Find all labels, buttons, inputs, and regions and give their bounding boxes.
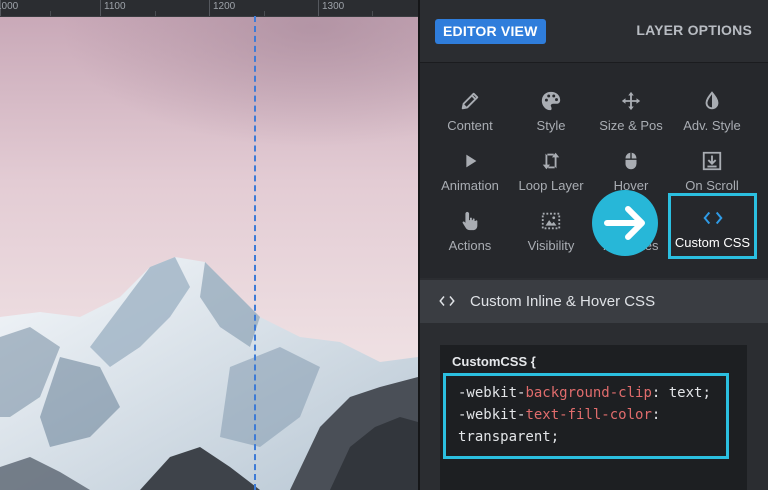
option-label: On Scroll xyxy=(685,178,739,193)
option-animation[interactable]: Animation xyxy=(430,133,510,193)
option-style[interactable]: Style xyxy=(511,73,591,133)
option-label: Adv. Style xyxy=(683,118,741,133)
tab-editor-view[interactable]: EDITOR VIEW xyxy=(435,19,546,44)
custom-css-section-header[interactable]: Custom Inline & Hover CSS xyxy=(420,280,768,323)
option-actions[interactable]: Actions xyxy=(430,193,510,253)
vertical-guide-line[interactable] xyxy=(254,16,256,490)
editor-canvas[interactable]: 1000 1100 1200 1300 xyxy=(0,0,420,490)
option-custom-css[interactable]: Custom CSS xyxy=(668,193,757,259)
mouse-icon xyxy=(625,152,637,170)
contrast-icon xyxy=(705,91,719,110)
option-loop-layer[interactable]: Loop Layer xyxy=(511,133,591,193)
loop-icon xyxy=(542,152,560,170)
tab-layer-options[interactable]: LAYER OPTIONS xyxy=(636,22,752,38)
ruler-label: 1000 xyxy=(0,1,19,12)
ruler-label: 1100 xyxy=(104,1,126,12)
css-code-input[interactable]: -webkit-background-clip: text; -webkit-t… xyxy=(443,373,729,459)
ruler-tick xyxy=(100,0,101,16)
hand-pointer-icon xyxy=(462,211,478,231)
arrow-right-icon xyxy=(604,206,645,240)
option-label: Visibility xyxy=(527,238,575,253)
code-line: transparent; xyxy=(458,429,560,445)
option-adv-style[interactable]: Adv. Style xyxy=(672,73,752,133)
option-content[interactable]: Content xyxy=(430,73,510,133)
code-icon xyxy=(439,296,455,306)
option-visibility[interactable]: Visibility xyxy=(511,193,591,253)
option-hover[interactable]: Hover xyxy=(591,133,671,193)
option-label: Loop Layer xyxy=(518,178,584,193)
css-block-title: CustomCSS { xyxy=(452,354,536,369)
palette-icon xyxy=(541,91,561,111)
option-label: Animation xyxy=(441,178,499,193)
image-dashed-icon xyxy=(541,212,561,230)
code-icon xyxy=(702,211,723,225)
option-label: Custom CSS xyxy=(674,235,751,250)
option-label: Actions xyxy=(448,238,492,253)
scroll-download-icon xyxy=(702,151,722,171)
option-label: Style xyxy=(536,118,566,133)
option-size-pos[interactable]: Size & Pos xyxy=(591,73,671,133)
ruler-tick xyxy=(209,0,210,16)
move-arrows-icon xyxy=(621,91,641,111)
ruler-label: 1200 xyxy=(213,1,236,12)
tutorial-arrow-callout xyxy=(592,190,658,256)
ruler-label: 1300 xyxy=(322,1,345,12)
horizontal-ruler: 1000 1100 1200 1300 xyxy=(0,0,420,17)
ruler-tick xyxy=(318,0,319,16)
option-on-scroll[interactable]: On Scroll xyxy=(672,133,752,193)
panel-header: EDITOR VIEW LAYER OPTIONS xyxy=(420,0,768,63)
option-label: Size & Pos xyxy=(599,118,663,133)
pencil-icon xyxy=(461,92,479,110)
mountain-background-image xyxy=(0,17,418,490)
section-title: Custom Inline & Hover CSS xyxy=(470,293,656,310)
option-label: Content xyxy=(447,118,493,133)
code-line: -webkit-background-clip: text; xyxy=(458,385,711,401)
code-line: -webkit-text-fill-color: xyxy=(458,407,661,423)
play-icon xyxy=(466,154,477,168)
